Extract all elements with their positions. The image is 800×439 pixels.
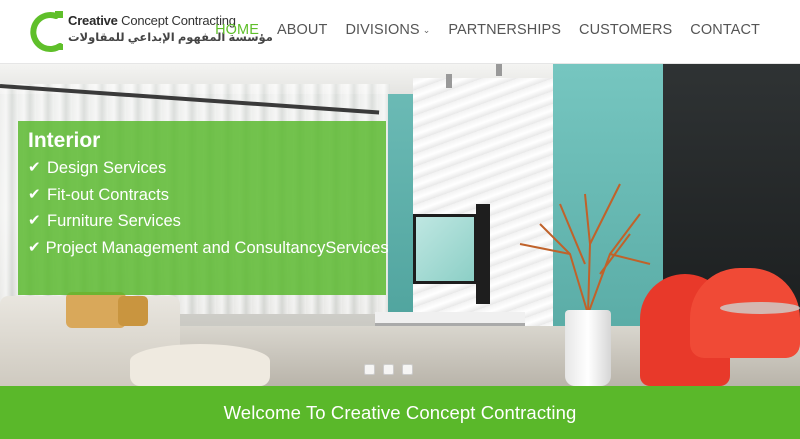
check-icon: ✔	[28, 238, 41, 256]
check-icon: ✔	[28, 185, 41, 203]
main-nav: HOME ABOUT DIVISIONS ⌄ PARTNERSHIPS CUSTO…	[197, 22, 760, 38]
service-label: Fit-out Contracts	[47, 185, 169, 204]
services-overlay: Interior ✔ Design Services ✔ Fit-out Contr…	[18, 121, 389, 295]
service-label: Furniture Services	[47, 212, 181, 230]
slider-pagination	[364, 364, 413, 375]
service-item: ✔ Furniture Services	[28, 208, 386, 235]
site-header: Creative Concept Contracting مؤسسة المفه…	[0, 0, 800, 64]
nav-divisions-label: DIVISIONS	[345, 22, 420, 38]
hero-image-pillow	[118, 296, 148, 326]
nav-home[interactable]: HOME	[215, 22, 259, 38]
nav-divisions[interactable]: DIVISIONS ⌄	[345, 22, 430, 38]
hero-image-spotlight	[496, 64, 502, 76]
welcome-banner: Welcome To Creative Concept Contracting	[0, 386, 800, 439]
check-icon: ✔	[28, 212, 41, 229]
logo-name-bold: Creative	[68, 13, 118, 28]
hero-image-pillow	[66, 292, 126, 328]
slider-dot-2[interactable]	[383, 364, 394, 375]
hero-image-coffee-table	[130, 344, 270, 386]
service-item: ✔ Design Services	[28, 155, 386, 182]
hero-image-teal-panel	[388, 94, 414, 334]
service-label: Design Services	[47, 159, 167, 177]
hero-image-glass-table	[720, 302, 800, 314]
nav-partnerships[interactable]: PARTNERSHIPS	[448, 22, 561, 38]
nav-customers[interactable]: CUSTOMERS	[579, 22, 672, 38]
slider-dot-1[interactable]	[364, 364, 375, 375]
hero-image-speaker	[476, 204, 490, 304]
check-icon: ✔	[28, 159, 41, 176]
overlay-title: Interior	[28, 129, 101, 152]
service-item: ✔ Project Management and ConsultancyServi…	[28, 235, 389, 262]
nav-about[interactable]: ABOUT	[277, 22, 327, 38]
hero-image-spotlight	[446, 74, 452, 88]
crescent-c-logo-icon	[30, 11, 63, 53]
hero-image-branches	[519, 183, 651, 315]
service-label: Project Management and ConsultancyServic…	[45, 238, 389, 257]
hero-image-vase	[565, 310, 611, 386]
welcome-text: Welcome To Creative Concept Contracting	[223, 401, 577, 423]
chevron-down-icon: ⌄	[422, 25, 431, 35]
hero-slider: Interior ✔ Design Services ✔ Fit-out Contr…	[0, 64, 800, 386]
nav-contact[interactable]: CONTACT	[690, 22, 760, 38]
service-item: ✔ Fit-out Contracts	[28, 182, 386, 209]
hero-image-tv	[413, 214, 477, 284]
slider-dot-3[interactable]	[402, 364, 413, 375]
